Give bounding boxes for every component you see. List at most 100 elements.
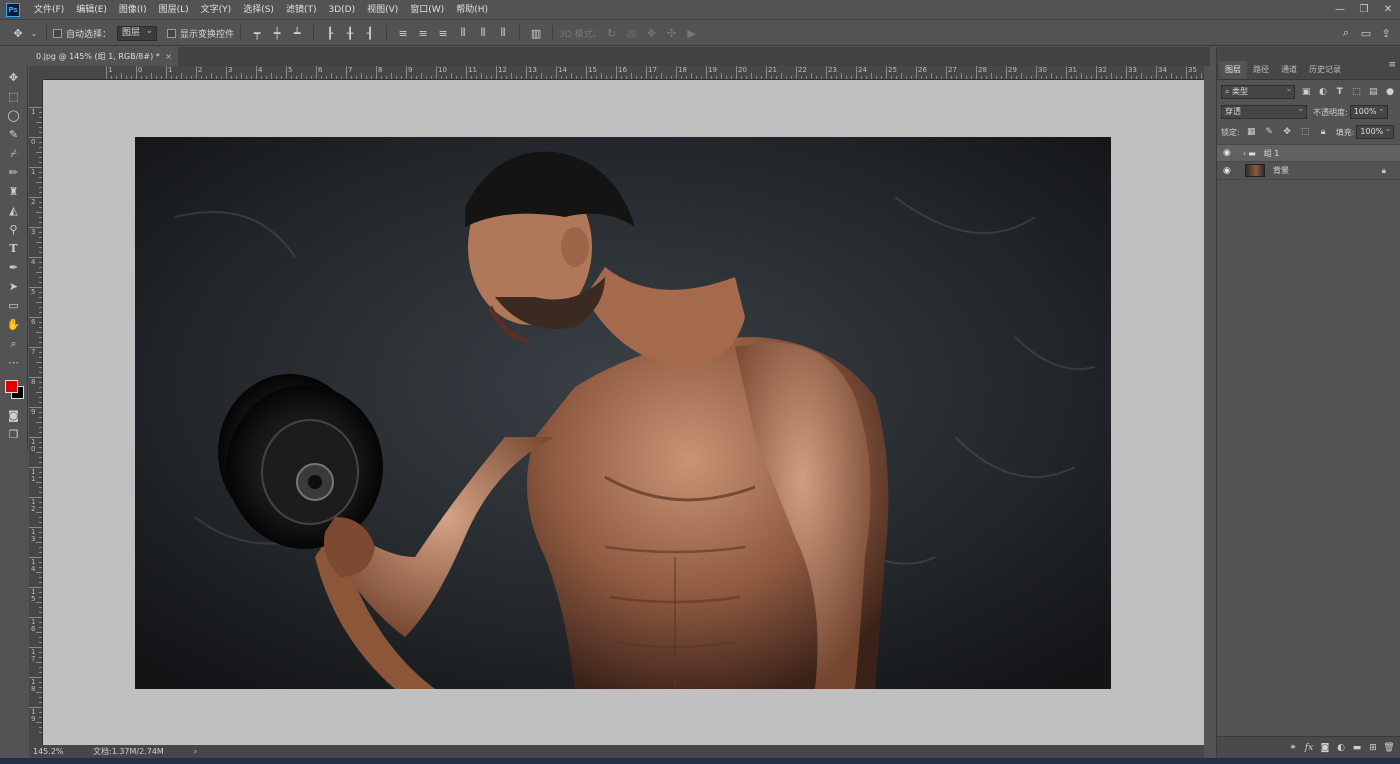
filter-shape-icon[interactable]: ⬚ [1351,86,1363,99]
expand-chevron-icon[interactable]: › [1243,149,1246,158]
layer-row-group[interactable]: ◉ › ▬ 组 1 [1217,144,1400,162]
align-vcenter-icon[interactable]: ┿ [269,25,285,41]
lock-all-icon[interactable]: 🔒︎ [1317,126,1330,139]
panel-menu-icon[interactable]: ≡ [1388,60,1396,70]
filter-toggle-icon[interactable]: ● [1384,86,1396,99]
brush-tool-icon[interactable]: ✏ [2,164,26,182]
show-transform-checkbox[interactable] [167,28,177,38]
lock-icon[interactable]: 🔒︎ [1382,166,1386,176]
layer-style-icon[interactable]: fx [1301,743,1317,753]
menu-view[interactable]: 视图(V) [361,0,404,20]
hand-tool-icon[interactable]: ✋ [2,316,26,334]
zoom-level[interactable]: 145.2% [33,747,91,756]
share-icon[interactable]: ⇪ [1378,25,1394,41]
filter-adjustment-icon[interactable]: ◐ [1317,86,1329,99]
path-select-tool-icon[interactable]: ➤ [2,278,26,296]
menu-3d[interactable]: 3D(D) [322,0,361,20]
screen-mode-icon[interactable]: ❐ [2,425,26,443]
more-tools-icon[interactable]: ⋯ [2,354,26,372]
opacity-input[interactable]: 100% [1349,103,1388,119]
document-canvas-image[interactable] [135,137,1111,689]
status-menu-arrow-icon[interactable]: › [194,747,197,756]
rectangle-tool-icon[interactable]: ▭ [2,297,26,315]
delete-layer-icon[interactable]: 🗑︎ [1381,743,1397,753]
color-swatches[interactable] [2,378,26,402]
eraser-tool-icon[interactable]: ◭ [2,202,26,220]
workspace-icon[interactable]: ▭ [1358,25,1374,41]
align-left-icon[interactable]: ┠ [322,25,338,41]
lock-image-icon[interactable]: ✎ [1263,126,1276,139]
distribute-hcenter-icon[interactable]: ⦀ [475,25,491,41]
3d-slide-icon[interactable]: ✣ [664,25,680,41]
layer-row-background[interactable]: ◉ 背景 🔒︎ [1217,162,1400,180]
visibility-eye-icon[interactable]: ◉ [1223,166,1235,176]
align-right-icon[interactable]: ┨ [362,25,378,41]
ruler-left[interactable]: 101234567891 01 11 21 31 41 51 61 71 81 … [29,80,43,745]
distribute-bottom-icon[interactable]: ≡ [435,25,451,41]
clone-stamp-tool-icon[interactable]: ♜ [2,183,26,201]
move-tool-icon[interactable]: ✥ [10,25,26,41]
dodge-tool-icon[interactable]: ⚲ [2,221,26,239]
layer-filter-dropdown[interactable]: ⌕ 类型 [1221,83,1296,99]
align-bottom-icon[interactable]: ┷ [289,25,305,41]
add-mask-icon[interactable]: ◙ [1317,743,1333,753]
distribute-left-icon[interactable]: ⦀ [455,25,471,41]
3d-rotate-icon[interactable]: ↻ [604,25,620,41]
type-tool-icon[interactable]: T [2,240,26,258]
foreground-color-swatch[interactable] [4,380,18,393]
auto-select-checkbox[interactable] [53,28,62,38]
lock-transparent-icon[interactable]: ▦ [1245,126,1258,139]
lasso-tool-icon[interactable]: ◯ [2,107,26,125]
distribute-top-icon[interactable]: ≡ [395,25,411,41]
auto-select-dropdown[interactable]: 图层 [117,25,158,41]
blend-mode-dropdown[interactable]: 穿透 [1221,103,1307,119]
distribute-vcenter-icon[interactable]: ≡ [415,25,431,41]
quick-select-tool-icon[interactable]: ✎ [2,126,26,144]
align-hcenter-icon[interactable]: ╂ [342,25,358,41]
search-icon[interactable]: ⌕ [1338,25,1354,41]
minimize-button[interactable]: — [1328,0,1352,20]
restore-button[interactable]: ❐ [1352,0,1376,20]
pen-tool-icon[interactable]: ✒ [2,259,26,277]
menu-type[interactable]: 文字(Y) [195,0,238,20]
lock-artboard-icon[interactable]: ⬚ [1299,126,1312,139]
tab-channels[interactable]: 通道 [1275,61,1303,79]
filter-type-icon[interactable]: T [1334,86,1346,99]
menu-file[interactable]: 文件(F) [28,0,70,20]
zoom-tool-icon[interactable]: ⌕ [2,335,26,353]
distribute-right-icon[interactable]: ⦀ [495,25,511,41]
align-top-icon[interactable]: ┯ [249,25,265,41]
tab-paths[interactable]: 路径 [1247,61,1275,79]
3d-scale-icon[interactable]: ▶ [684,25,700,41]
move-tool-icon[interactable]: ✥ [2,69,26,87]
link-layers-icon[interactable]: ⚭ [1285,743,1301,753]
ruler-top[interactable]: 1 0 1 2 3 4 5 6 7 8 9 10 11 12 13 14 15 16 17 18 19 20 21 22 23 2… [43,66,1204,80]
tool-preset-chevron-icon[interactable]: ⌄ [30,25,38,41]
close-button[interactable]: ✕ [1376,0,1400,20]
ruler-corner[interactable] [29,66,43,80]
filter-smart-object-icon[interactable]: ▤ [1367,86,1379,99]
canvas-area[interactable] [43,80,1204,745]
document-tab[interactable]: 0.jpg @ 145% (组 1, RGB/8#) * × [30,47,178,66]
marquee-tool-icon[interactable]: ⬚ [2,88,26,106]
menu-layer[interactable]: 图层(L) [153,0,195,20]
adjustment-layer-icon[interactable]: ◐ [1333,743,1349,753]
fill-input[interactable]: 100% [1356,123,1395,139]
3d-roll-icon[interactable]: ◎ [624,25,640,41]
menu-select[interactable]: 选择(S) [237,0,280,20]
menu-image[interactable]: 图像(I) [113,0,153,20]
3d-drag-icon[interactable]: ✥ [644,25,660,41]
new-layer-icon[interactable]: ⊞ [1365,743,1381,753]
tab-layers[interactable]: 图层 [1219,61,1247,79]
visibility-eye-icon[interactable]: ◉ [1223,148,1235,158]
menu-edit[interactable]: 编辑(E) [70,0,113,20]
filter-pixel-icon[interactable]: ▣ [1300,86,1312,99]
lock-position-icon[interactable]: ✥ [1281,126,1294,139]
crop-eyedropper-tool-icon[interactable]: ⌿ [2,145,26,163]
auto-align-icon[interactable]: ▥ [528,25,544,41]
layer-name[interactable]: 组 1 [1264,148,1280,159]
quick-mask-icon[interactable]: ◙ [2,406,26,424]
menu-help[interactable]: 帮助(H) [450,0,494,20]
menu-filter[interactable]: 滤镜(T) [280,0,323,20]
new-group-icon[interactable]: ▬ [1349,743,1365,753]
